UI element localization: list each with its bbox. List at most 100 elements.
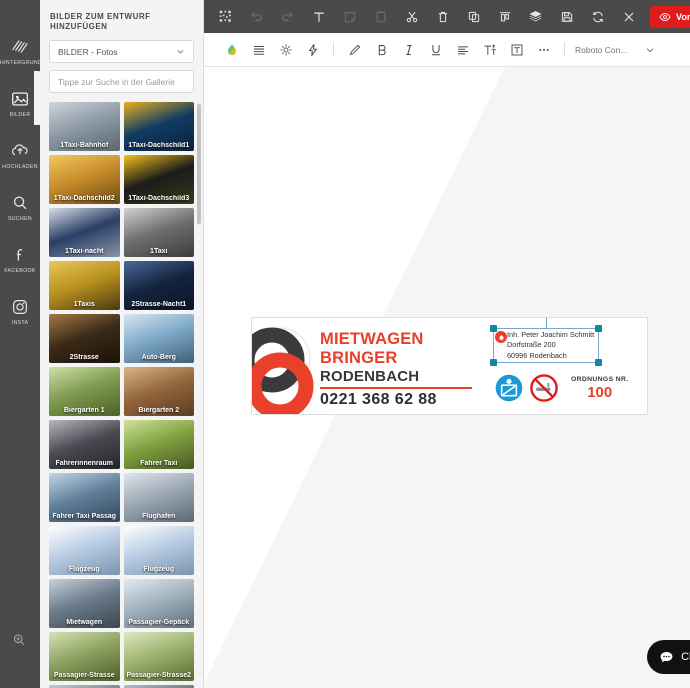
resize-handle-tr[interactable] <box>595 325 602 332</box>
gallery-thumbnail[interactable]: Passagier-Strasse2 <box>123 632 194 682</box>
zoom-tool-button[interactable] <box>0 616 40 666</box>
gallery-thumbnail[interactable]: Flugzeug <box>49 526 120 576</box>
resize-handle-bl[interactable] <box>490 359 497 366</box>
thumbnail-caption: 1Taxi-Dachschild2 <box>53 195 115 203</box>
zoom-icon <box>10 631 30 651</box>
gallery-thumbnail[interactable]: Passagier-Gepäck <box>123 579 194 629</box>
gallery-thumbnail[interactable]: Auto-Berg <box>123 314 194 364</box>
pencil-icon[interactable] <box>341 33 368 67</box>
gallery-thumbnail[interactable]: 1Taxi-Dachschild1 <box>123 102 194 152</box>
no-smoking-icon[interactable] <box>530 374 558 402</box>
card-title-line3: RODENBACH <box>320 368 420 385</box>
thumbnail-caption: Mietwagen <box>66 619 103 627</box>
undo-icon[interactable] <box>241 0 272 33</box>
thumbnail-caption: 2Strasse <box>69 354 99 362</box>
chat-label: Chat <box>681 651 690 663</box>
images-panel: BILDER ZUM ENTWURF HINZUFÜGEN BILDER - F… <box>40 0 204 688</box>
sidebar-item-hochladen[interactable]: HOCHLADEN <box>0 130 40 180</box>
sidebar-label: HOCHLADEN <box>2 163 38 170</box>
save-icon[interactable] <box>551 0 582 33</box>
address-line-1: Inh. Peter Joachim Schmitt <box>507 330 595 339</box>
sidebar-item-facebook[interactable]: FACEBOOK <box>0 234 40 284</box>
gallery-thumbnail[interactable]: Flugzeug <box>123 526 194 576</box>
design-canvas[interactable]: MIETWAGEN BRINGER RODENBACH 0221 368 62 … <box>204 67 690 688</box>
align-left-icon[interactable] <box>449 33 476 67</box>
thumbnail-caption: Passagier-Gepäck <box>128 619 190 627</box>
sticker-icon[interactable] <box>334 0 365 33</box>
brightness-icon[interactable] <box>272 33 299 67</box>
color-fill-icon[interactable] <box>218 33 245 67</box>
address-text-object[interactable]: Inh. Peter Joachim Schmitt Dorfstraße 20… <box>490 318 602 366</box>
sidebar-item-suchen[interactable]: SUCHEN <box>0 182 40 232</box>
gallery-thumbnail[interactable]: Biergarten 2 <box>123 367 194 417</box>
sidebar-item-insta[interactable]: INSTA <box>0 286 40 336</box>
gallery-thumbnail[interactable]: Passagier-Strasse <box>49 632 120 682</box>
thumbnail-caption: Flughafen <box>142 513 176 521</box>
preview-button[interactable]: Vorschau <box>650 5 690 28</box>
chat-widget-button[interactable]: Chat <box>647 640 690 674</box>
gallery-thumbnail[interactable]: Flughafen <box>123 473 194 523</box>
paste-icon[interactable] <box>365 0 396 33</box>
left-rail: HINTERGRUND BILDER HOCHLADEN SUCHEN FACE… <box>0 0 40 688</box>
gallery-thumbnail[interactable]: 1Taxi-Dachschild2 <box>49 155 120 205</box>
underline-icon[interactable] <box>422 33 449 67</box>
business-card[interactable]: MIETWAGEN BRINGER RODENBACH 0221 368 62 … <box>251 317 648 415</box>
image-gallery[interactable]: 1Taxi-Bahnhof 1Taxi-Dachschild1 1Taxi-Dach… <box>40 102 203 688</box>
gallery-thumbnail[interactable]: 1Taxis <box>49 261 120 311</box>
font-family-dropdown[interactable]: Roboto Con... <box>575 45 655 55</box>
sidebar-label: BILDER <box>9 111 31 118</box>
thumbnail-caption: 1Taxi-nacht <box>65 248 104 256</box>
main-toolbar: Vorschau <box>204 0 690 33</box>
seatbelt-sign-icon[interactable] <box>495 374 523 402</box>
gallery-thumbnail[interactable]: Fahrer Taxi <box>123 420 194 470</box>
thumbnail-caption: Fahrer Taxi <box>140 460 178 468</box>
text-icon[interactable] <box>303 0 334 33</box>
redo-icon[interactable] <box>272 0 303 33</box>
gallery-thumbnail[interactable]: 1Taxi-nacht <box>49 208 120 258</box>
refresh-icon[interactable] <box>582 0 613 33</box>
editor-area: Vorschau <box>204 0 690 688</box>
font-size-icon[interactable] <box>476 33 503 67</box>
gallery-thumbnail[interactable]: 1Taxi <box>123 208 194 258</box>
trash-icon[interactable] <box>427 0 458 33</box>
thumbnail-caption: 1Taxis <box>73 301 95 309</box>
gallery-thumbnail[interactable]: Mietwagen <box>49 579 120 629</box>
effects-icon[interactable] <box>299 33 326 67</box>
layers-icon[interactable] <box>520 0 551 33</box>
gallery-thumbnail[interactable]: 2Strasse <box>49 314 120 364</box>
instagram-icon <box>10 297 30 317</box>
text-box-icon[interactable] <box>503 33 530 67</box>
qr-code-icon[interactable] <box>210 0 241 33</box>
thumbnail-caption: Fahrerinnenraum <box>55 460 114 468</box>
thumbnail-caption: 1Taxi-Bahnhof <box>60 142 109 150</box>
thumbnail-caption: 2Strasse-Nacht1 <box>131 301 187 309</box>
cut-icon[interactable] <box>396 0 427 33</box>
bold-icon[interactable] <box>368 33 395 67</box>
gallery-thumbnail[interactable]: Fahrerinnenraum <box>49 420 120 470</box>
resize-handle-tl[interactable] <box>490 325 497 332</box>
gallery-thumbnail[interactable]: 1Taxi-Dachschild3 <box>123 155 194 205</box>
gallery-thumbnail[interactable]: 2Strasse-Nacht1 <box>123 261 194 311</box>
sidebar-item-bilder[interactable]: BILDER <box>0 78 40 128</box>
gallery-search-input[interactable]: Tippe zur Suche in der Gallerie <box>49 70 194 94</box>
gallery-scrollbar[interactable] <box>197 104 201 225</box>
card-title-line1: MIETWAGEN <box>320 330 424 348</box>
preview-label: Vorschau <box>676 11 690 22</box>
align-icon[interactable] <box>489 0 520 33</box>
chat-bubble-icon <box>660 651 673 662</box>
resize-handle-br[interactable] <box>595 359 602 366</box>
sidebar-item-hintergrund[interactable]: HINTERGRUND <box>0 26 40 76</box>
gallery-thumbnail[interactable]: Biergarten 1 <box>49 367 120 417</box>
gallery-thumbnail[interactable]: Fahrer Taxi Passag <box>49 473 120 523</box>
line-height-icon[interactable] <box>245 33 272 67</box>
card-divider <box>320 387 472 389</box>
order-number: 100 <box>587 384 613 401</box>
duplicate-icon[interactable] <box>458 0 489 33</box>
thumbnail-caption: Flugzeug <box>68 566 100 574</box>
italic-icon[interactable] <box>395 33 422 67</box>
gallery-thumbnail[interactable]: 1Taxi-Bahnhof <box>49 102 120 152</box>
close-icon[interactable] <box>613 0 644 33</box>
category-dropdown[interactable]: BILDER - Fotos <box>49 40 194 64</box>
more-icon[interactable] <box>530 33 557 67</box>
order-label: ORDNUNGS NR. <box>571 376 629 383</box>
